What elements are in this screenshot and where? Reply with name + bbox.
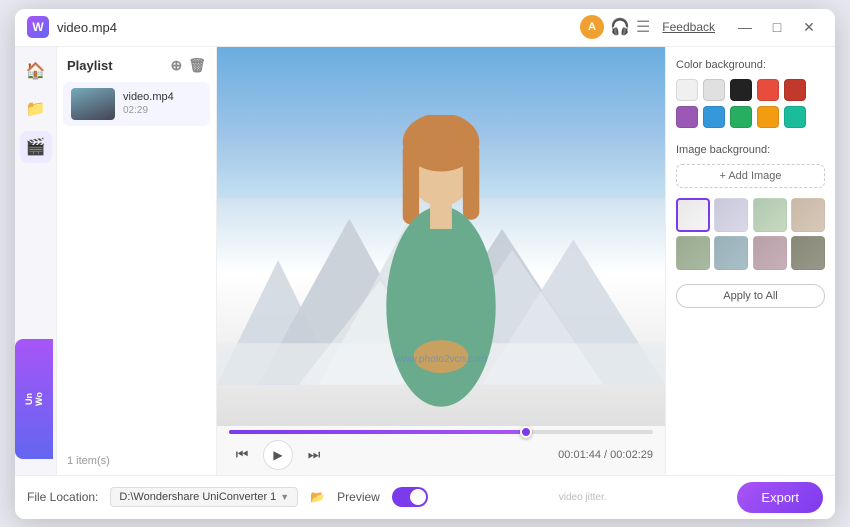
app-icon: W: [27, 16, 49, 38]
bg-image-item-7[interactable]: [753, 236, 787, 270]
path-dropdown-arrow[interactable]: ▼: [280, 492, 289, 502]
playlist-info: video.mp4 02:29: [123, 91, 174, 116]
playlist-header-icons: ⊕ 🗑: [170, 57, 206, 74]
bg-image-item-6[interactable]: [714, 236, 748, 270]
color-swatch-black[interactable]: [730, 79, 752, 101]
title-bar-icons-right: A 🎧 ☰: [580, 15, 650, 39]
color-swatch-dark-red[interactable]: [784, 79, 806, 101]
progress-handle[interactable]: [520, 426, 532, 438]
right-panel: Color background: Image background: + Ad…: [665, 47, 835, 475]
current-time: 00:01:44: [558, 449, 601, 461]
color-bg-title: Color background:: [676, 59, 825, 71]
scroll-hint: video jitter.: [559, 492, 607, 503]
color-swatch-orange[interactable]: [757, 106, 779, 128]
playlist-thumb-image: [71, 88, 115, 120]
bottom-bar: File Location: D:\Wondershare UniConvert…: [15, 475, 835, 519]
play-button[interactable]: ▶: [263, 440, 293, 470]
banner-line2: Un: [24, 393, 34, 405]
prev-button[interactable]: ⏮: [229, 442, 255, 468]
playlist-title: Playlist: [67, 58, 113, 73]
main-content: 🏠 📁 🎬 Playlist ⊕ 🗑 video.mp4 02:29: [15, 47, 835, 475]
color-swatch-light-gray[interactable]: [676, 79, 698, 101]
toggle-knob: [410, 489, 426, 505]
nav-video[interactable]: 🎬: [20, 131, 52, 163]
bg-image-item-3[interactable]: [753, 198, 787, 232]
title-bar-controls: A 🎧 ☰ Feedback — □ ✕: [580, 13, 823, 41]
video-controls: ⏮ ▶ ⏭ 00:01:44 / 00:02:29: [217, 425, 665, 475]
color-grid: [676, 79, 825, 128]
image-bg-section: Image background: + Add Image Apply to A…: [676, 144, 825, 308]
playlist-item[interactable]: video.mp4 02:29: [63, 82, 210, 126]
maximize-button[interactable]: □: [763, 13, 791, 41]
bg-image-item-8[interactable]: [791, 236, 825, 270]
image-bg-title: Image background:: [676, 144, 825, 156]
progress-fill: [229, 430, 526, 434]
export-button[interactable]: Export: [737, 482, 823, 513]
minimize-button[interactable]: —: [731, 13, 759, 41]
promo-banner[interactable]: Wo Un: [15, 339, 53, 459]
bg-image-item-1[interactable]: [676, 198, 710, 232]
playback-controls: ⏮ ▶ ⏭: [229, 440, 327, 470]
preview-label: Preview: [337, 490, 380, 504]
total-time: 00:02:29: [610, 449, 653, 461]
file-path-display: D:\Wondershare UniConverter 1 ▼: [110, 487, 298, 507]
playlist-thumbnail: [71, 88, 115, 120]
delete-playlist-icon[interactable]: 🗑: [188, 57, 206, 74]
person-silhouette: [318, 115, 564, 425]
playlist-item-duration: 02:29: [123, 105, 174, 116]
controls-row: ⏮ ▶ ⏭ 00:01:44 / 00:02:29: [229, 440, 653, 470]
preview-toggle[interactable]: [392, 487, 428, 507]
apply-to-all-button[interactable]: Apply to All: [676, 284, 825, 308]
color-swatch-green[interactable]: [730, 106, 752, 128]
feedback-link[interactable]: Feedback: [662, 20, 715, 34]
video-area: www.photo2vcn.com ⏮ ▶ ⏭ 00:01:44 /: [217, 47, 665, 475]
add-playlist-icon[interactable]: ⊕: [170, 57, 182, 74]
title-bar: W video.mp4 A 🎧 ☰ Feedback — □ ✕: [15, 9, 835, 47]
color-swatch-blue[interactable]: [703, 106, 725, 128]
playlist-count: 1 item(s): [57, 447, 216, 475]
menu-icon[interactable]: ☰: [636, 17, 650, 37]
folder-open-icon[interactable]: 📂: [310, 490, 325, 504]
video-frame: www.photo2vcn.com: [217, 47, 665, 425]
playlist-panel: Playlist ⊕ 🗑 video.mp4 02:29 1 item(s): [57, 47, 217, 475]
color-swatch-teal[interactable]: [784, 106, 806, 128]
close-button[interactable]: ✕: [795, 13, 823, 41]
color-swatch-gray[interactable]: [703, 79, 725, 101]
file-location-label: File Location:: [27, 490, 98, 504]
user-avatar: A: [580, 15, 604, 39]
file-path-text: D:\Wondershare UniConverter 1: [119, 491, 276, 503]
nav-files[interactable]: 📁: [20, 93, 52, 125]
next-button[interactable]: ⏭: [301, 442, 327, 468]
bg-image-item-5[interactable]: [676, 236, 710, 270]
headphone-icon[interactable]: 🎧: [610, 17, 630, 37]
window-title: video.mp4: [57, 20, 117, 35]
color-swatch-purple[interactable]: [676, 106, 698, 128]
bg-image-item-2[interactable]: [714, 198, 748, 232]
add-image-button[interactable]: + Add Image: [676, 164, 825, 188]
playlist-item-name: video.mp4: [123, 91, 174, 103]
bg-images-grid: [676, 198, 825, 270]
playlist-header: Playlist ⊕ 🗑: [57, 47, 216, 80]
video-watermark: www.photo2vcn.com: [395, 354, 487, 365]
progress-bar[interactable]: [229, 430, 653, 434]
bg-image-item-4[interactable]: [791, 198, 825, 232]
color-swatch-red[interactable]: [757, 79, 779, 101]
time-display: 00:01:44 / 00:02:29: [558, 449, 653, 461]
app-window: W video.mp4 A 🎧 ☰ Feedback — □ ✕ 🏠 📁 🎬: [15, 9, 835, 519]
banner-line1: Wo: [34, 392, 44, 406]
nav-home[interactable]: 🏠: [20, 55, 52, 87]
